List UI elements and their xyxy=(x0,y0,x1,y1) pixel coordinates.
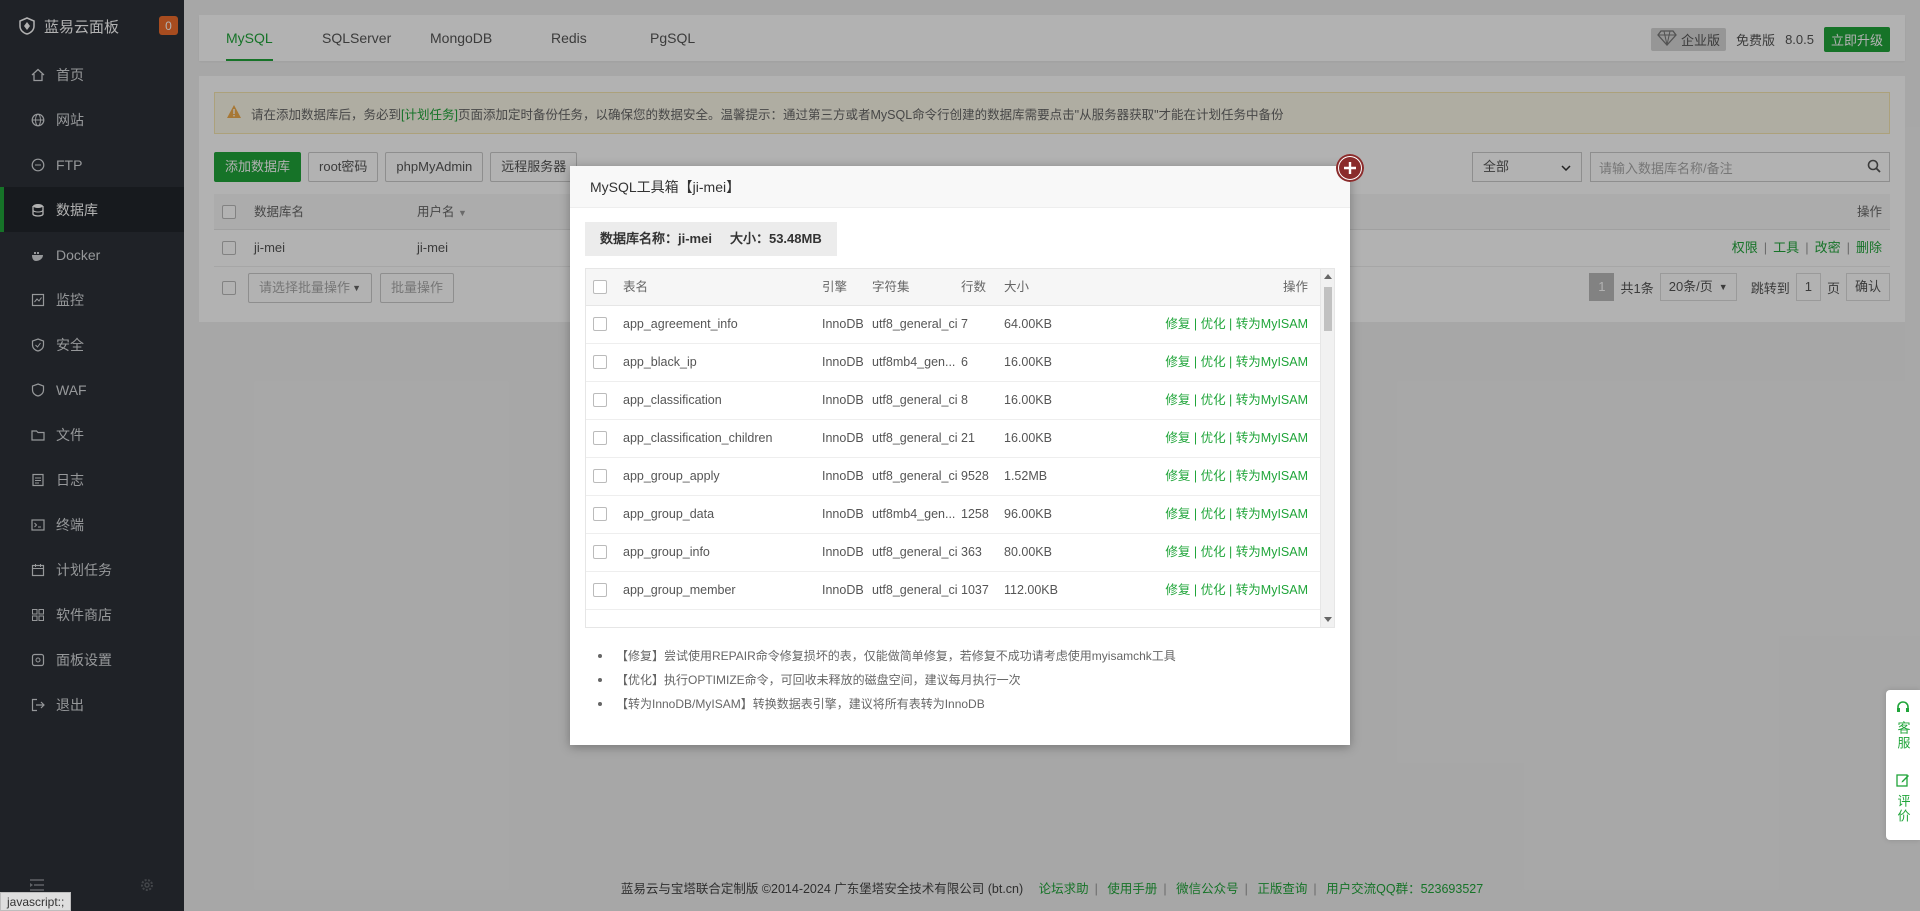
toolbox-tips: 【修复】尝试使用REPAIR命令修复损坏的表，仅能做简单修复，若修复不成功请考虑… xyxy=(598,644,1176,716)
table-row: app_group_apply InnoDB utf8_general_ci 9528… xyxy=(586,458,1334,496)
charset-cell: utf8_general_ci xyxy=(872,469,958,483)
engine-cell: InnoDB xyxy=(822,583,864,597)
col-charset: 字符集 xyxy=(872,280,910,294)
col-size: 大小 xyxy=(1004,280,1030,294)
charset-cell: utf8_general_ci xyxy=(872,317,958,331)
table-row-operations[interactable]: 修复 | 优化 | 转为MyISAM xyxy=(1165,420,1308,457)
close-icon[interactable] xyxy=(1336,154,1364,182)
size-cell: 16.00KB xyxy=(1004,431,1052,445)
table-row-operations[interactable]: 修复 | 优化 | 转为MyISAM xyxy=(1165,306,1308,343)
table-name-cell: app_black_ip xyxy=(623,355,697,369)
engine-cell: InnoDB xyxy=(822,317,864,331)
tables-list: 表名 引擎 字符集 行数 大小 操作 app_agreement_info Inn… xyxy=(585,268,1335,628)
table-name-cell: app_group_data xyxy=(623,507,715,521)
engine-cell: InnoDB xyxy=(822,355,864,369)
dialog-title: MySQL工具箱【ji-mei】 xyxy=(570,166,1350,208)
size-cell: 112.00KB xyxy=(1004,583,1058,597)
customer-service-link[interactable]: 客服 xyxy=(1894,721,1913,751)
table-row-checkbox[interactable] xyxy=(593,469,607,483)
db-size-info: 大小：53.48MB xyxy=(729,231,822,246)
engine-cell: InnoDB xyxy=(822,469,864,483)
mysql-toolbox-dialog: MySQL工具箱【ji-mei】 数据库名称：ji-mei 大小：53.48MB … xyxy=(570,154,1364,745)
size-cell: 16.00KB xyxy=(1004,355,1052,369)
db-name-info: 数据库名称：ji-mei xyxy=(600,231,712,246)
size-cell: 96.00KB xyxy=(1004,507,1052,521)
table-row: app_group_info InnoDB utf8_general_ci 363 80… xyxy=(586,534,1334,572)
engine-cell: InnoDB xyxy=(822,431,864,445)
rows-cell: 8 xyxy=(961,393,968,407)
engine-cell: InnoDB xyxy=(822,507,864,521)
table-row-operations[interactable]: 修复 | 优化 | 转为MyISAM xyxy=(1165,534,1308,571)
table-name-cell: app_group_apply xyxy=(623,469,720,483)
size-cell: 80.00KB xyxy=(1004,545,1052,559)
tip-repair: 【修复】尝试使用REPAIR命令修复损坏的表，仅能做简单修复，若修复不成功请考虑… xyxy=(598,644,1176,668)
table-row: app_classification InnoDB utf8_general_ci 8… xyxy=(586,382,1334,420)
rows-cell: 6 xyxy=(961,355,968,369)
table-row-checkbox[interactable] xyxy=(593,507,607,521)
table-row-checkbox[interactable] xyxy=(593,393,607,407)
table-row: app_classification_children InnoDB utf8_ge… xyxy=(586,420,1334,458)
table-name-cell: app_classification xyxy=(623,393,722,407)
table-row-operations[interactable]: 修复 | 优化 | 转为MyISAM xyxy=(1165,382,1308,419)
rows-cell: 7 xyxy=(961,317,968,331)
table-row: app_group_data InnoDB utf8mb4_gen... 1258 96… xyxy=(586,496,1334,534)
headset-icon[interactable] xyxy=(1896,700,1910,717)
charset-cell: utf8_general_ci xyxy=(872,393,958,407)
review-link[interactable]: 评价 xyxy=(1894,794,1913,824)
table-name-cell: app_group_info xyxy=(623,545,710,559)
rows-cell: 1037 xyxy=(961,583,989,597)
size-cell: 16.00KB xyxy=(1004,393,1052,407)
charset-cell: utf8_general_ci xyxy=(872,583,958,597)
rows-cell: 363 xyxy=(961,545,982,559)
engine-cell: InnoDB xyxy=(822,393,864,407)
rows-cell: 21 xyxy=(961,431,975,445)
db-info: 数据库名称：ji-mei 大小：53.48MB xyxy=(585,222,837,256)
scroll-thumb[interactable] xyxy=(1324,287,1332,331)
table-row-operations[interactable]: 修复 | 优化 | 转为MyISAM xyxy=(1165,458,1308,495)
size-cell: 1.52MB xyxy=(1004,469,1048,483)
rows-cell: 9528 xyxy=(961,469,989,483)
table-row-checkbox[interactable] xyxy=(593,317,607,331)
table-name-cell: app_group_member xyxy=(623,583,736,597)
select-all-tables-checkbox[interactable] xyxy=(593,280,607,294)
table-row: app_group_member InnoDB utf8_general_ci 103… xyxy=(586,572,1334,610)
status-bar: javascript:; xyxy=(0,892,72,911)
table-scrollbar[interactable] xyxy=(1320,269,1334,627)
table-row-checkbox[interactable] xyxy=(593,355,607,369)
table-row-checkbox[interactable] xyxy=(593,431,607,445)
table-row-checkbox[interactable] xyxy=(593,583,607,597)
rows-cell: 1258 xyxy=(961,507,989,521)
edit-icon[interactable] xyxy=(1896,773,1910,790)
engine-cell: InnoDB xyxy=(822,545,864,559)
table-row-operations[interactable]: 修复 | 优化 | 转为MyISAM xyxy=(1165,572,1308,609)
table-row: app_agreement_info InnoDB utf8_general_ci 7… xyxy=(586,306,1334,344)
table-row: app_black_ip InnoDB utf8mb4_gen... 6 16.00KB… xyxy=(586,344,1334,382)
col-table-ops: 操作 xyxy=(1282,280,1308,294)
col-rows: 行数 xyxy=(961,280,987,294)
scroll-down-icon[interactable] xyxy=(1324,617,1332,622)
col-engine: 引擎 xyxy=(822,280,848,294)
side-help-widget: 客服 评价 xyxy=(1886,690,1920,840)
table-name-cell: app_classification_children xyxy=(623,431,773,445)
table-row-operations[interactable]: 修复 | 优化 | 转为MyISAM xyxy=(1165,344,1308,381)
scroll-up-icon[interactable] xyxy=(1324,274,1332,279)
charset-cell: utf8mb4_gen... xyxy=(872,507,956,521)
tables-header: 表名 引擎 字符集 行数 大小 操作 xyxy=(586,269,1334,306)
table-name-cell: app_agreement_info xyxy=(623,317,738,331)
charset-cell: utf8_general_ci xyxy=(872,545,958,559)
tip-optimize: 【优化】执行OPTIMIZE命令，可回收未释放的磁盘空间，建议每月执行一次 xyxy=(598,668,1176,692)
table-row-operations[interactable]: 修复 | 优化 | 转为MyISAM xyxy=(1165,496,1308,533)
size-cell: 64.00KB xyxy=(1004,317,1052,331)
charset-cell: utf8mb4_gen... xyxy=(872,355,956,369)
tip-convert: 【转为InnoDB/MyISAM】转换数据表引擎，建议将所有表转为InnoDB xyxy=(598,692,1176,716)
table-row-checkbox[interactable] xyxy=(593,545,607,559)
col-table-name: 表名 xyxy=(623,280,649,294)
charset-cell: utf8_general_ci xyxy=(872,431,958,445)
